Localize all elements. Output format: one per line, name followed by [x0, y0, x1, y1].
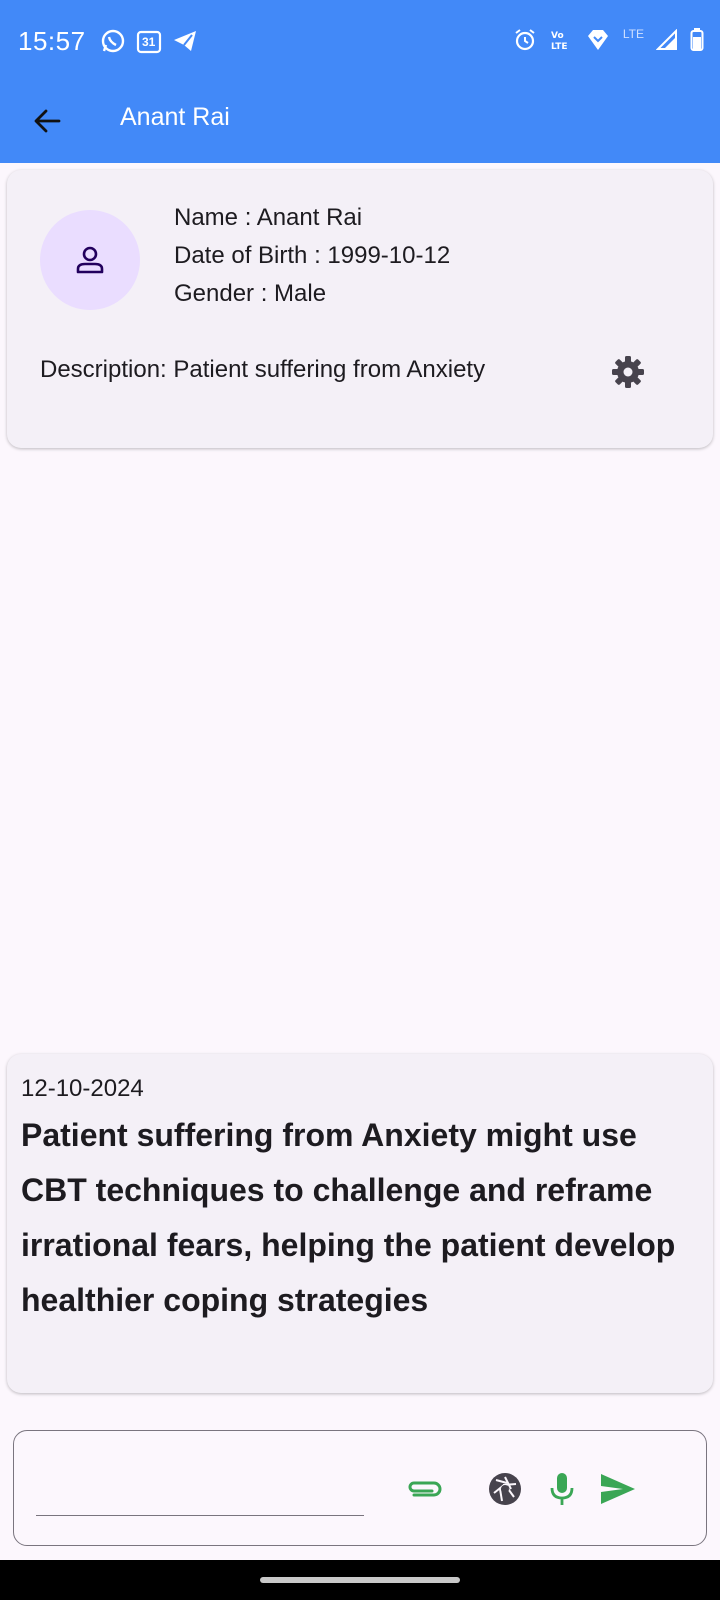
- svg-text:Vo: Vo: [551, 31, 564, 41]
- top-bar: 15:57 31 Vo LTE LTE Anant Rai: [0, 0, 720, 163]
- mic-button[interactable]: [540, 1467, 584, 1511]
- note-date: 12-10-2024: [21, 1075, 144, 1102]
- mic-icon: [547, 1471, 577, 1507]
- note-text: Patient suffering from Anxiety might use…: [21, 1117, 676, 1318]
- calendar-day: 31: [142, 35, 156, 49]
- signal-icon: [656, 29, 678, 51]
- attach-icon: [405, 1477, 443, 1501]
- avatar: [40, 210, 140, 310]
- note-card: 12-10-2024 Patient suffering from Anxiet…: [7, 1054, 713, 1393]
- network-label: LTE: [622, 27, 644, 41]
- system-nav-bar: [0, 1560, 720, 1600]
- whatsapp-icon: [100, 28, 126, 54]
- send-button[interactable]: [596, 1467, 640, 1511]
- app-bar: Anant Rai: [0, 84, 720, 163]
- gear-icon: [610, 354, 646, 390]
- app-screen: 15:57 31 Vo LTE LTE Anant Rai Name: Ana…: [0, 0, 720, 1600]
- patient-name: Name : Anant Rai: [174, 204, 363, 231]
- arrow-back-icon: [32, 106, 62, 136]
- settings-button[interactable]: [608, 352, 648, 392]
- camera-icon: [487, 1471, 523, 1507]
- data-icon: [585, 28, 611, 52]
- telegram-icon: [172, 28, 198, 54]
- patient-info-card: Name : Anant Rai Date of Birth : 1999-10…: [7, 170, 713, 448]
- patient-gender: Gender : Male: [174, 280, 327, 307]
- battery-icon: [690, 28, 704, 52]
- patient-dob: Date of Birth : 1999-10-12: [174, 242, 451, 269]
- person-icon: [73, 243, 107, 277]
- status-time: 15:57: [18, 26, 86, 56]
- status-bar: 15:57 31 Vo LTE LTE: [0, 0, 720, 84]
- calendar-icon: 31: [136, 28, 162, 54]
- back-button[interactable]: [22, 96, 72, 146]
- volte-icon: Vo LTE: [549, 28, 573, 52]
- attach-button[interactable]: [402, 1467, 446, 1511]
- home-gesture-handle[interactable]: [260, 1577, 460, 1583]
- send-icon: [599, 1472, 637, 1506]
- page-title: Anant Rai: [120, 103, 230, 131]
- message-composer: [13, 1430, 707, 1546]
- status-notification-icons: 31: [100, 28, 198, 54]
- alarm-icon: [513, 28, 537, 52]
- camera-button[interactable]: [483, 1467, 527, 1511]
- message-input[interactable]: [36, 1461, 364, 1516]
- status-system-icons: Vo LTE LTE: [513, 27, 704, 52]
- svg-text:LTE: LTE: [551, 42, 568, 52]
- patient-description: Description: Patient suffering from Anxi…: [40, 356, 486, 383]
